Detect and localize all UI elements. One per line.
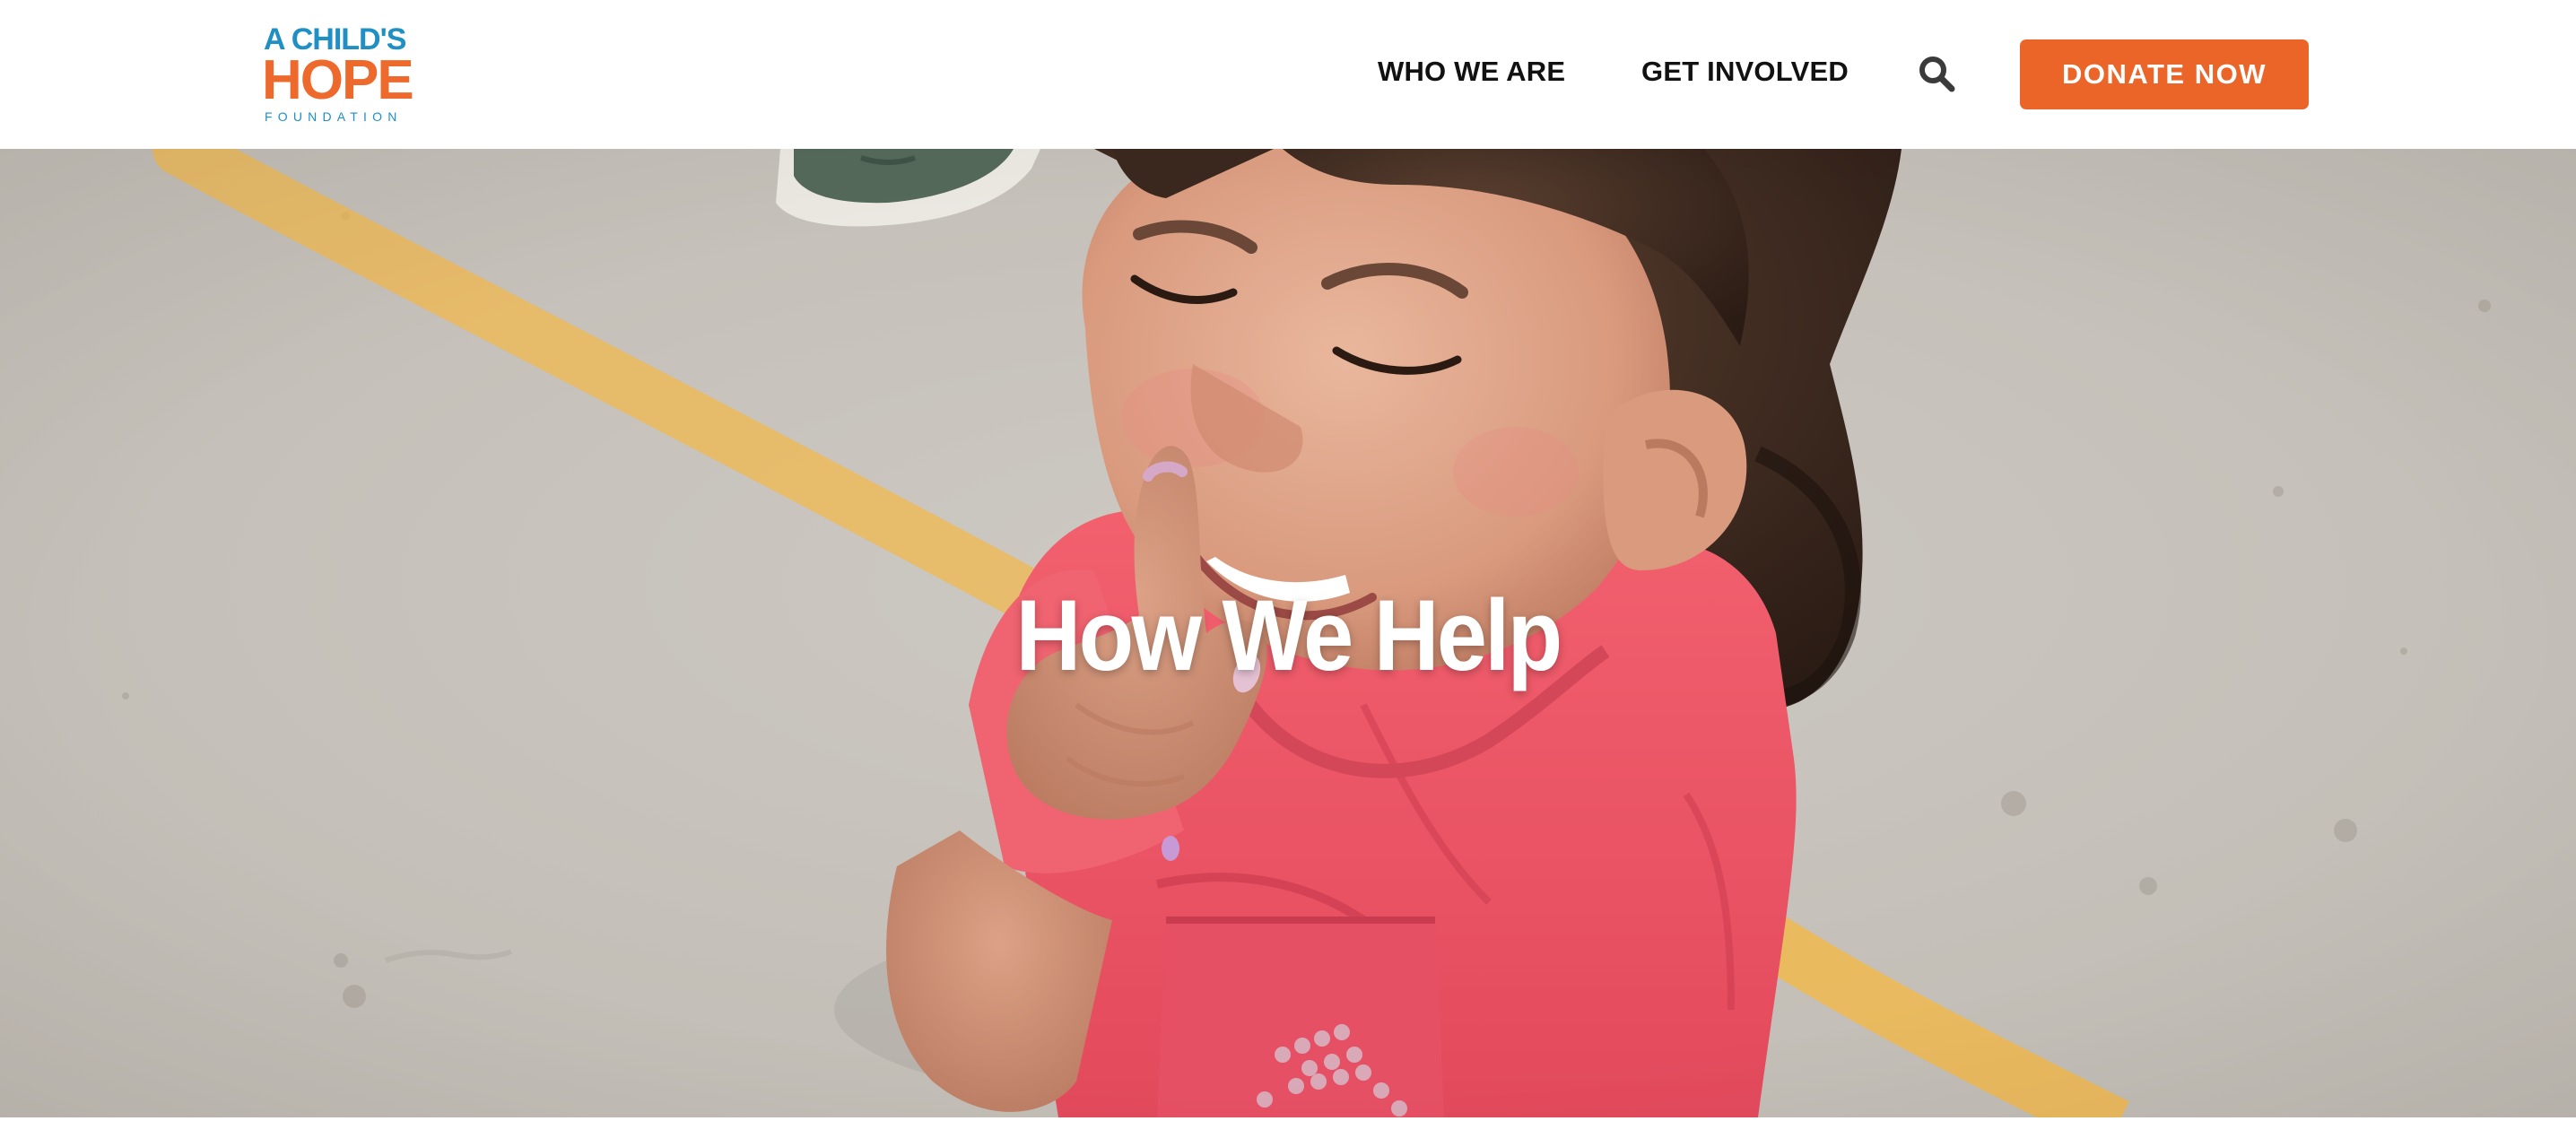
logo[interactable]: A CHILD'S HOPE FOUNDATION bbox=[262, 23, 414, 126]
logo-line-3: FOUNDATION bbox=[265, 109, 403, 124]
hero-title: How We Help bbox=[1015, 579, 1563, 691]
search-icon bbox=[1919, 56, 1955, 92]
nav-get-involved[interactable]: GET INVOLVED bbox=[1641, 54, 1849, 90]
logo-line-2: HOPE bbox=[262, 49, 414, 111]
hero-banner: How We Help bbox=[0, 149, 2576, 1117]
donate-now-button[interactable]: DONATE NOW bbox=[2020, 39, 2309, 109]
site-header: A CHILD'S HOPE FOUNDATION WHO WE ARE GET… bbox=[0, 0, 2576, 149]
nav-who-we-are[interactable]: WHO WE ARE bbox=[1378, 54, 1565, 90]
search-button[interactable] bbox=[1918, 55, 1955, 92]
page-bottom-edge bbox=[0, 1117, 2576, 1121]
